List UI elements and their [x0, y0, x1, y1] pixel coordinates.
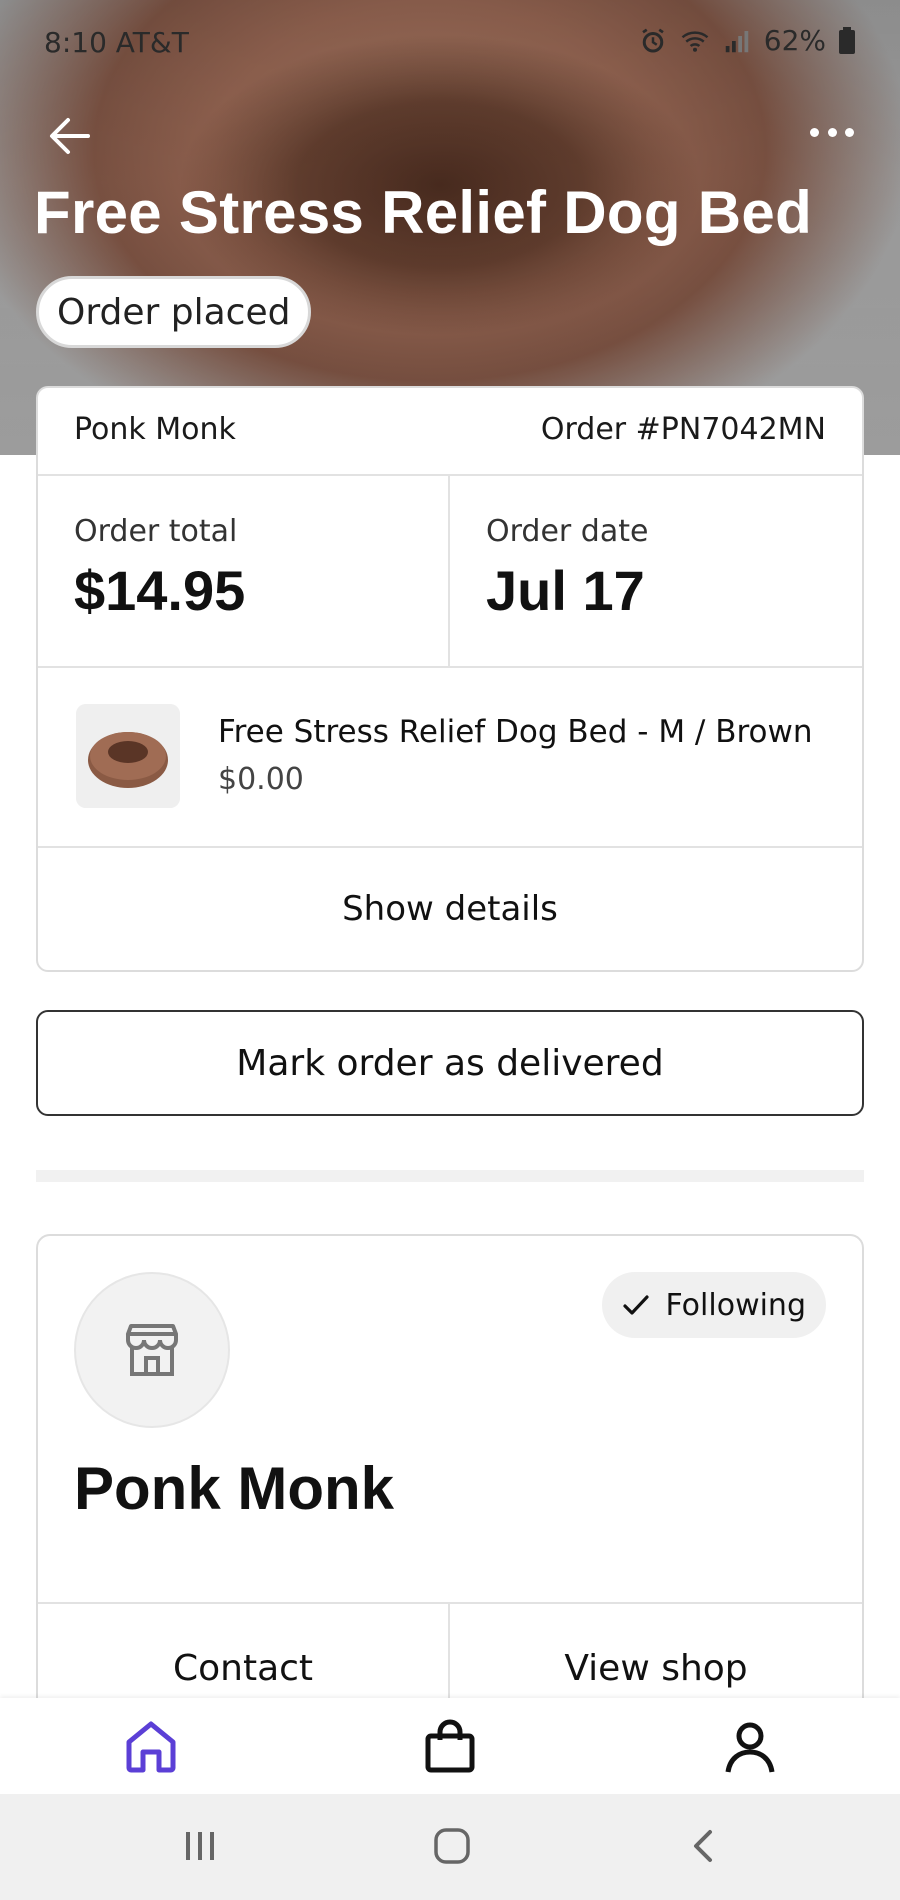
item-price: $0.00: [218, 762, 304, 797]
order-stats: Order total $14.95 Order date Jul 17: [38, 474, 862, 668]
order-status-badge: Order placed: [36, 276, 312, 348]
shop-card: Following Ponk Monk Contact View shop: [36, 1234, 864, 1734]
item-name: Free Stress Relief Dog Bed - M / Brown: [218, 714, 813, 750]
following-button[interactable]: Following: [601, 1272, 826, 1338]
following-label: Following: [665, 1287, 807, 1323]
order-date-label: Order date: [486, 514, 649, 549]
order-item[interactable]: Free Stress Relief Dog Bed - M / Brown $…: [38, 666, 862, 848]
order-total: Order total $14.95: [38, 474, 450, 666]
order-total-label: Order total: [74, 514, 238, 549]
system-nav-bar: [0, 1794, 900, 1900]
item-thumbnail: [76, 704, 180, 808]
signal-icon: [725, 30, 749, 52]
wifi-icon: [681, 30, 709, 52]
page-title: Free Stress Relief Dog Bed: [34, 179, 813, 246]
shopping-bag-icon[interactable]: [420, 1716, 480, 1776]
more-horizontal-icon[interactable]: [810, 120, 854, 144]
shop-name: Ponk Monk: [74, 1455, 395, 1522]
back-nav-icon[interactable]: [682, 1824, 726, 1868]
alarm-icon: [642, 28, 664, 52]
battery-level: 62%: [763, 24, 826, 57]
home-icon[interactable]: [121, 1716, 181, 1776]
arrow-left-icon[interactable]: [44, 110, 96, 162]
home-nav-icon[interactable]: [430, 1824, 474, 1868]
bottom-tab-bar: [0, 1698, 900, 1794]
order-shop-name: Ponk Monk: [74, 412, 236, 447]
order-total-value: $14.95: [74, 559, 246, 622]
recent-apps-icon[interactable]: [178, 1824, 222, 1868]
battery-icon: [839, 26, 855, 54]
section-divider: [36, 1170, 864, 1182]
dog-bed-image: [76, 704, 180, 808]
order-date-value: Jul 17: [486, 559, 645, 622]
order-card: Ponk Monk Order #PN7042MN Order total $1…: [36, 386, 864, 972]
check-icon: [622, 1295, 649, 1315]
show-details-button[interactable]: Show details: [38, 846, 862, 970]
order-number: Order #PN7042MN: [540, 412, 826, 447]
order-card-header: Ponk Monk Order #PN7042MN: [38, 388, 862, 476]
profile-icon[interactable]: [720, 1716, 780, 1776]
shop-avatar[interactable]: [74, 1272, 230, 1428]
order-date: Order date Jul 17: [450, 474, 862, 666]
store-icon: [126, 1324, 178, 1376]
status-time-carrier: 8:10 AT&T: [44, 26, 189, 59]
status-bar: 8:10 AT&T 62%: [0, 0, 900, 86]
mark-delivered-button[interactable]: Mark order as delivered: [36, 1010, 864, 1116]
status-icons: 62%: [638, 24, 856, 57]
